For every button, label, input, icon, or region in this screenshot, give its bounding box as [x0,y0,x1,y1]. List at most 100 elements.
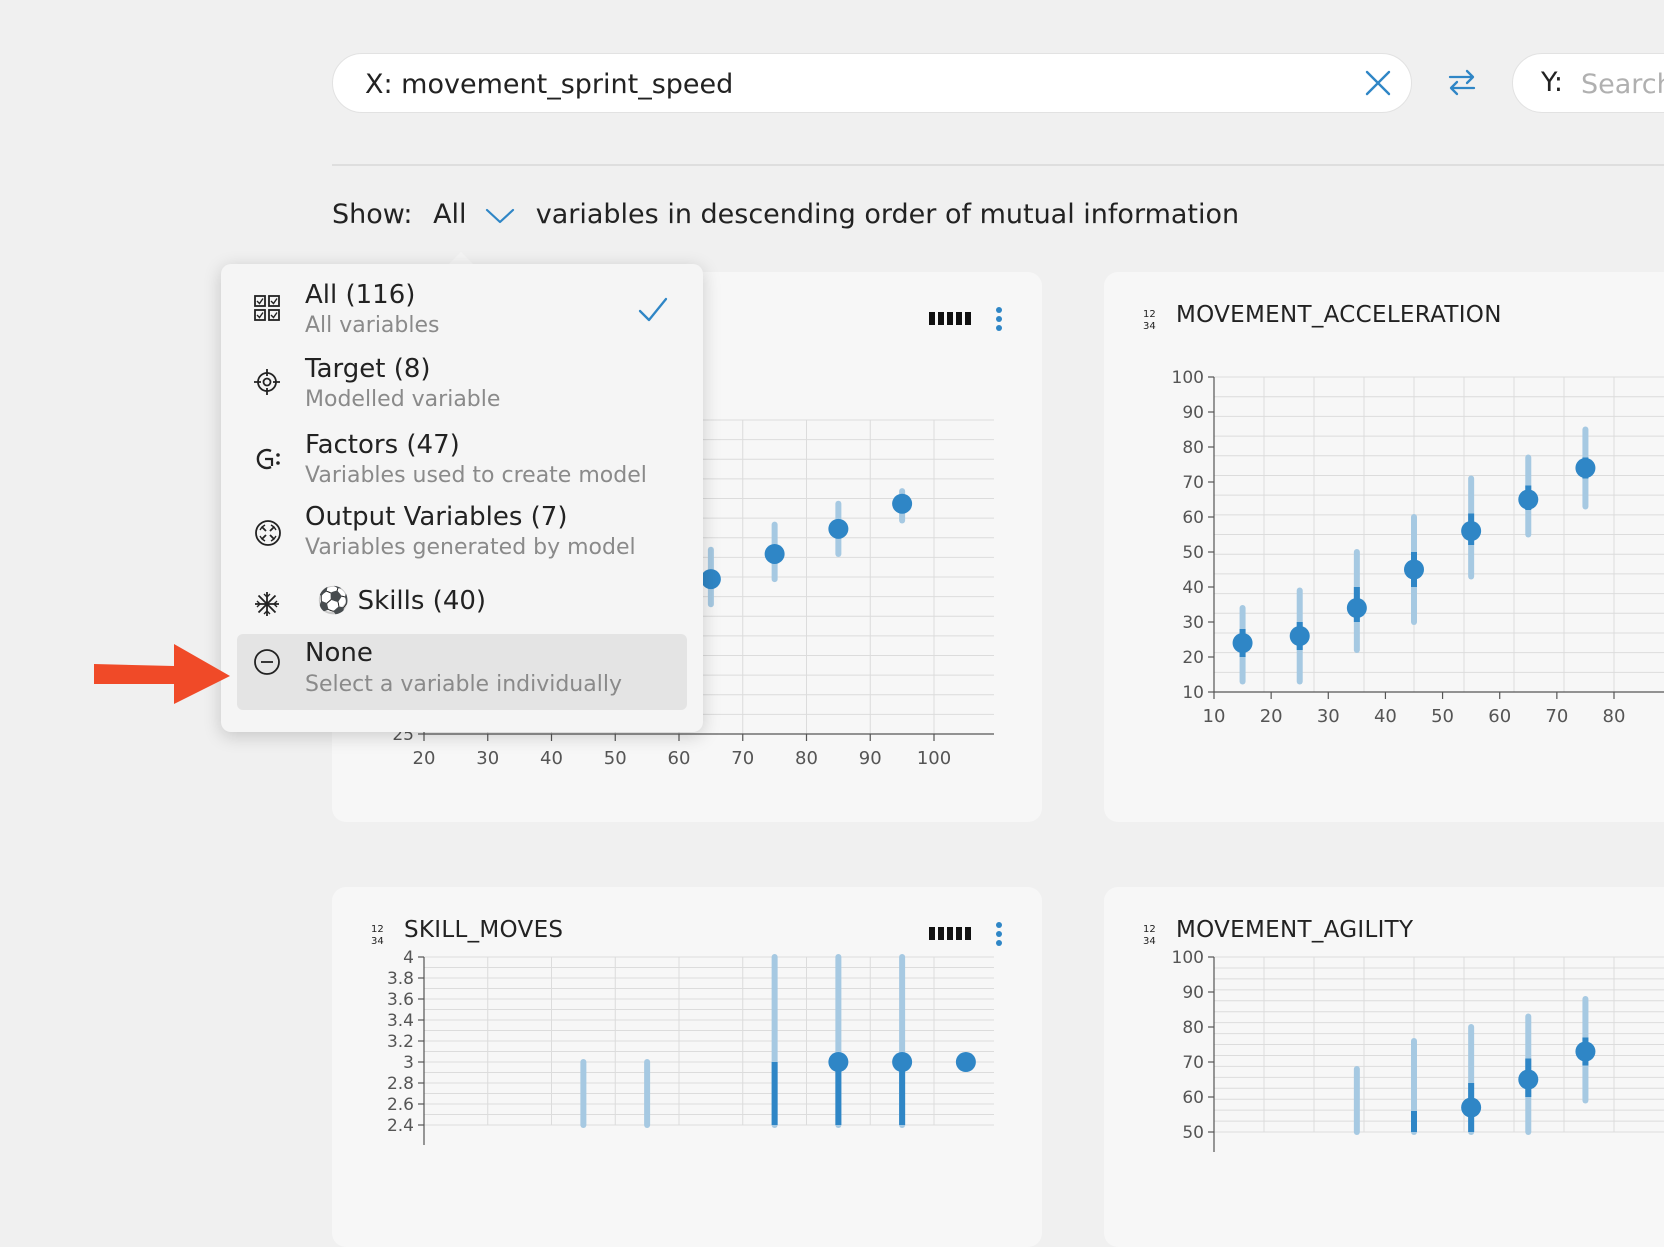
menu-item-factors[interactable]: Factors (47) Variables used to create mo… [237,426,687,498]
x-tick-label: 30 [476,748,499,769]
data-point [1346,598,1367,618]
data-point [892,493,913,514]
data-point [700,569,721,590]
menu-item-subtitle: Modelled variable [305,387,501,412]
data-point [828,1052,849,1072]
show-suffix: variables in descending order of mutual … [535,199,1240,230]
data-point [1461,1097,1482,1118]
chart-4: 50 60 70 80 90 100 [1172,948,1664,1152]
x-tick-label: 20 [413,748,436,769]
show-selected-value[interactable]: All [433,199,466,230]
target-icon [254,369,280,395]
data-point [828,518,849,539]
x-search-input[interactable] [363,54,1327,114]
y-tick-label: 4 [403,948,414,968]
output-icon [255,520,281,546]
y-tick-label: 3 [403,1053,414,1073]
data-point [955,1052,976,1072]
menu-item-title: Output Variables (7) [305,502,568,532]
menu-item-title: None [305,638,373,668]
y-tick-label: 50 [1182,543,1204,563]
y-tick-label: 90 [1182,403,1204,423]
data-point [1404,559,1424,580]
y-tick-label: 90 [1182,983,1204,1003]
data-point [1575,1041,1596,1062]
close-icon[interactable] [1363,68,1393,98]
data-point [764,543,785,564]
y-tick-label: 80 [1182,1018,1204,1038]
menu-item-output-variables[interactable]: Output Variables (7) Variables generated… [237,502,687,574]
x-tick-label: 80 [1603,706,1626,727]
x-tick-label: 50 [1431,706,1454,727]
y-tick-label: 2.4 [387,1116,414,1136]
grid-icon [254,295,280,321]
divider [332,164,1664,166]
x-tick-label: 10 [1203,706,1226,727]
y-tick-label: 80 [1182,438,1204,458]
menu-item-title: Factors (47) [305,430,460,460]
menu-item-title: All (116) [305,280,416,310]
x-tick-label: 40 [1374,706,1397,727]
y-tick-label: 2.6 [387,1095,414,1115]
data-point [1518,489,1539,510]
skills-icon [255,592,279,616]
data-point [1289,626,1310,646]
y-tick-label: 3.6 [387,990,414,1010]
y-tick-label: 70 [1182,1053,1204,1073]
menu-item-none[interactable]: None Select a variable individually [237,634,687,710]
check-icon [638,297,668,322]
menu-item-target[interactable]: Target (8) Modelled variable [237,350,687,422]
x-search-field[interactable] [332,53,1412,114]
chevron-down-icon[interactable] [485,207,515,225]
y-tick-label: 10 [1182,683,1204,703]
x-tick-label: 70 [1545,706,1568,727]
y-tick-label: 20 [1182,648,1204,668]
show-filter-bar: Show: All variables in descending order … [332,199,1239,230]
y-tick-label: 100 [1172,948,1204,968]
chart-3: 2.42.62.833.23.43.63.84 [387,948,994,1145]
y-search-prefix: Y: [1541,67,1564,98]
show-label: Show: [332,199,413,230]
x-tick-label: 20 [1260,706,1283,727]
annotation-arrow-icon [94,644,230,704]
y-tick-label: 50 [1182,1123,1204,1143]
chart-2: 10 20 30 40 50 60 70 80 90 100 10 20 30 40 50 60 70 80 [1172,368,1664,727]
x-tick-label: 60 [1488,706,1511,727]
data-point [1232,633,1253,653]
y-search-field[interactable]: Y: [1512,53,1664,114]
y-tick-label: 100 [1172,368,1204,388]
x-tick-label: 80 [795,748,818,769]
data-point [892,1052,913,1072]
y-tick-label: 60 [1182,1088,1204,1108]
menu-item-title: ⚽ Skills (40) [317,586,487,616]
minus-circle-icon [254,649,280,675]
y-tick-label: 60 [1182,508,1204,528]
y-tick-label: 40 [1182,578,1204,598]
menu-item-all[interactable]: All (116) All variables [237,274,687,346]
data-point [1575,458,1596,478]
x-tick-label: 70 [731,748,754,769]
menu-item-subtitle: Variables generated by model [305,535,636,560]
x-tick-label: 40 [540,748,563,769]
menu-item-subtitle: Variables used to create model [305,463,647,488]
y-tick-label: 2.8 [387,1074,414,1094]
y-tick-label: 3.8 [387,969,414,989]
y-tick-label: 3.2 [387,1032,414,1052]
menu-item-subtitle: All variables [305,313,440,338]
swap-icon[interactable] [1446,66,1478,98]
y-tick-label: 3.4 [387,1011,414,1031]
x-tick-label: 50 [604,748,627,769]
menu-item-subtitle: Select a variable individually [305,672,622,697]
y-tick-label: 30 [1182,613,1204,633]
factors-icon [256,448,280,470]
x-tick-label: 100 [917,748,951,769]
menu-item-skills[interactable]: ⚽ Skills (40) [237,578,687,630]
variable-card: 12 34 SKILL_MOVES 2.4 2.6 2.8 3 3.2 3.4 3.6 3.8 4 [332,887,1042,1247]
y-tick-label: 70 [1182,473,1204,493]
y-search-input[interactable] [1579,54,1664,114]
x-tick-label: 90 [859,748,882,769]
variable-card: 12 34 MOVEMENT_AGILITY 50 60 70 80 90 100 [1104,887,1664,1247]
data-point [1518,1069,1539,1090]
show-dropdown-menu: All (116) All variables Target (8) Model… [221,264,703,732]
menu-item-title: Target (8) [305,354,431,384]
